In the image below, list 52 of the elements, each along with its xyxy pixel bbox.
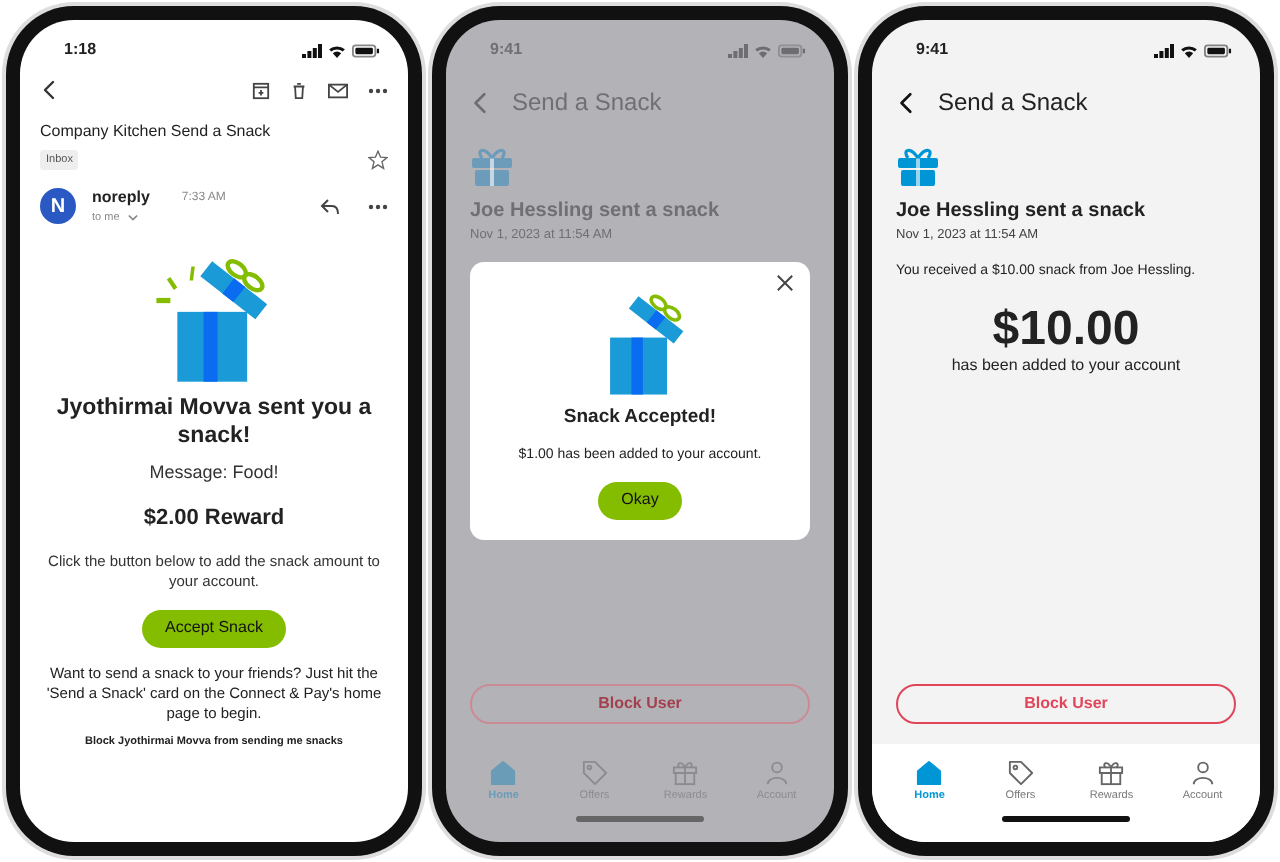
reward-amount: $2.00 Reward	[141, 504, 287, 535]
wifi-icon	[754, 43, 772, 57]
more-icon[interactable]	[368, 87, 388, 93]
battery-icon	[778, 43, 806, 57]
signal-icon	[302, 43, 322, 57]
accept-button[interactable]: Accept Snack	[141, 609, 287, 648]
tag-icon	[581, 759, 608, 786]
star-icon[interactable]	[368, 150, 388, 171]
person-icon	[763, 759, 790, 786]
battery-icon	[352, 43, 380, 57]
email-subject: Company Kitchen Send a Snack	[40, 120, 273, 144]
trash-icon[interactable]	[290, 81, 308, 99]
back-icon[interactable]	[896, 91, 918, 113]
status-time: 9:41	[916, 38, 949, 62]
wifi-icon	[1180, 43, 1198, 57]
archive-icon[interactable]	[252, 81, 270, 99]
home-icon	[490, 759, 517, 786]
signal-icon	[1154, 43, 1174, 57]
status-time: 1:18	[64, 38, 97, 62]
close-icon[interactable]	[776, 273, 794, 292]
battery-icon	[1204, 43, 1232, 57]
screen-title: Send a Snack	[512, 86, 662, 120]
mail-icon[interactable]	[328, 81, 348, 99]
home-indicator	[576, 816, 704, 822]
reply-icon[interactable]	[320, 197, 340, 216]
okay-button[interactable]: Okay	[597, 482, 683, 520]
message-text: Message: Food!	[147, 459, 281, 486]
gift-icon	[672, 759, 699, 786]
gift-icon	[1098, 759, 1125, 786]
more-icon[interactable]	[368, 203, 388, 210]
amount-text: $10.00	[990, 306, 1142, 355]
block-button[interactable]: Block User	[470, 684, 810, 724]
wifi-icon	[328, 43, 346, 57]
block-button[interactable]: Block User	[896, 684, 1236, 724]
sender-name: noreply	[92, 186, 150, 211]
back-icon[interactable]	[40, 80, 60, 100]
status-time: 9:41	[490, 38, 523, 62]
sender-line: Joe Hessling sent a snack	[470, 198, 722, 226]
gift-icon	[896, 144, 940, 188]
avatar: N	[40, 188, 76, 225]
screen-title: Send a Snack	[938, 86, 1088, 120]
amount-note: has been added to your account	[949, 354, 1183, 379]
person-icon	[1189, 759, 1216, 786]
tag-icon	[1007, 759, 1034, 786]
sender-line: Joe Hessling sent a snack	[896, 198, 1148, 226]
home-icon	[916, 759, 943, 786]
signal-icon	[728, 43, 748, 57]
modal-title: Snack Accepted!	[563, 404, 717, 433]
caret-icon[interactable]	[127, 214, 138, 223]
home-indicator	[1002, 816, 1130, 822]
gift-icon	[470, 144, 514, 188]
email-heading: Jyothirmai Movva sent you a snack!	[54, 396, 374, 452]
